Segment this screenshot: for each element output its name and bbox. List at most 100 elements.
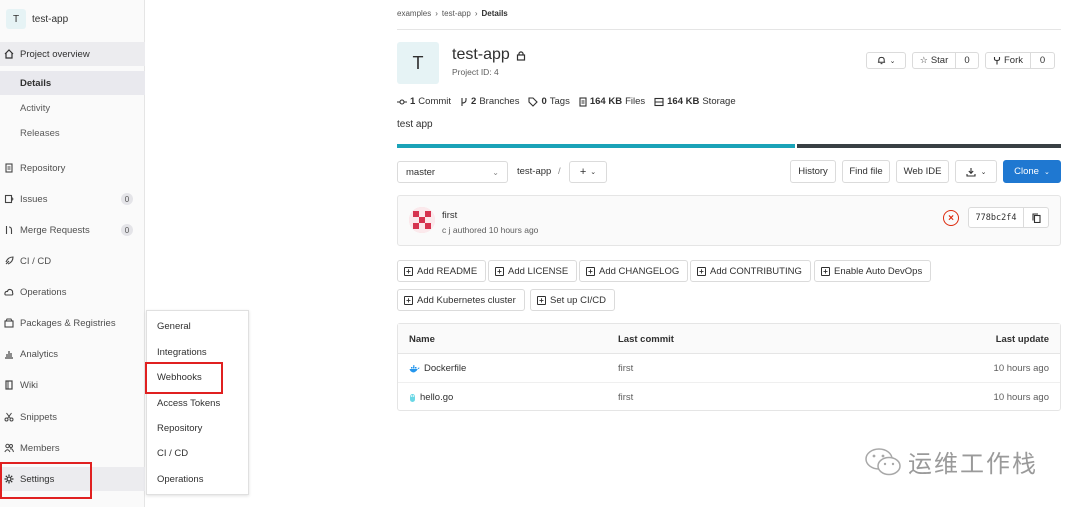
- sidebar-item-ci-cd[interactable]: CI / CD: [0, 249, 145, 273]
- sidebar-item-wiki[interactable]: Wiki: [0, 373, 145, 397]
- breadcrumb-item[interactable]: test-app: [442, 9, 471, 18]
- project-stats: 1 Commit 2 Branches 0 Tags 164 KB Files 164 …: [397, 96, 736, 107]
- chevron-down-icon: ⌄: [492, 167, 499, 177]
- star-icon: ☆: [919, 55, 928, 65]
- sidebar-subitem-details[interactable]: Details: [0, 71, 145, 95]
- clone-dropdown[interactable]: Clone ⌄: [1003, 160, 1061, 183]
- branch-select[interactable]: master ⌄: [397, 161, 508, 183]
- add-kubernetes-cluster-button[interactable]: + Add Kubernetes cluster: [397, 289, 525, 311]
- chevron-down-icon: ⌄: [889, 57, 896, 65]
- star-button[interactable]: ☆ Star: [912, 52, 956, 69]
- star-count[interactable]: 0: [955, 52, 979, 69]
- fork-button[interactable]: Fork: [985, 52, 1031, 69]
- sidebar-subitem-releases[interactable]: Releases: [0, 121, 145, 145]
- flyout-item-ci-cd[interactable]: CI / CD: [157, 448, 188, 459]
- file-name[interactable]: Dockerfile: [424, 363, 466, 374]
- repo-path-separator: /: [557, 166, 561, 177]
- notification-dropdown[interactable]: ⌄: [866, 52, 906, 69]
- flyout-item-repository[interactable]: Repository: [157, 423, 202, 434]
- stat-value: 0: [541, 96, 547, 107]
- button-label: Add LICENSE: [508, 265, 569, 277]
- chevron-down-icon: ⌄: [590, 169, 597, 176]
- book-icon: [4, 380, 14, 390]
- project-name: test-app: [452, 46, 510, 63]
- stat-branches[interactable]: 2 Branches: [460, 96, 519, 107]
- stat-files[interactable]: 164 KB Files: [579, 96, 645, 107]
- stat-tags[interactable]: 0 Tags: [528, 96, 570, 107]
- sidebar-item-label: CI / CD: [20, 255, 52, 267]
- merge-requests-count-badge: 0: [121, 224, 133, 236]
- button-label: Enable Auto DevOps: [834, 265, 923, 277]
- star-label: Star: [930, 55, 949, 66]
- breadcrumb: examples › test-app › Details: [397, 9, 508, 18]
- fork-label: Fork: [1004, 55, 1023, 66]
- stat-label: Commit: [418, 96, 452, 107]
- sidebar-subitem-activity[interactable]: Activity: [0, 96, 145, 120]
- add-readme-button[interactable]: + Add README: [397, 260, 487, 282]
- bell-icon: [877, 56, 886, 65]
- add-to-tree-dropdown[interactable]: + ⌄: [569, 161, 607, 183]
- file-icon: [579, 96, 587, 107]
- stat-commits[interactable]: 1 Commit: [397, 96, 451, 107]
- sidebar-item-members[interactable]: Members: [0, 436, 145, 460]
- add-license-button[interactable]: + Add LICENSE: [488, 260, 578, 282]
- download-icon: [966, 167, 976, 177]
- breadcrumb-item[interactable]: examples: [397, 9, 431, 18]
- copy-sha-button[interactable]: [1023, 207, 1049, 228]
- fork-icon: [993, 56, 1001, 65]
- flyout-item-integrations[interactable]: Integrations: [157, 347, 207, 358]
- download-dropdown[interactable]: ⌄: [955, 160, 997, 183]
- table-header: Name Last commit Last update: [398, 324, 1060, 354]
- file-last-commit[interactable]: first: [618, 363, 633, 374]
- sidebar-project-header[interactable]: T test-app: [0, 0, 145, 38]
- commit-sha[interactable]: 778bc2f4: [968, 207, 1024, 228]
- breadcrumb-current[interactable]: Details: [482, 9, 508, 18]
- set-up-ci-cd-button[interactable]: + Set up CI/CD: [530, 289, 615, 311]
- sidebar-item-merge-requests[interactable]: Merge Requests 0: [0, 218, 145, 242]
- repo-path: test-app /: [517, 166, 565, 177]
- cloud-icon: [4, 287, 14, 297]
- sidebar-item-packages-registries[interactable]: Packages & Registries: [0, 311, 145, 335]
- sidebar-item-project-overview[interactable]: Project overview: [0, 42, 145, 66]
- table-row[interactable]: hello.go first 10 hours ago: [398, 383, 1060, 411]
- fork-count[interactable]: 0: [1030, 52, 1055, 69]
- sidebar-item-repository[interactable]: Repository: [0, 156, 145, 180]
- wechat-icon: [864, 447, 902, 477]
- add-changelog-button[interactable]: + Add CHANGELOG: [579, 260, 689, 282]
- flyout-item-general[interactable]: General: [157, 321, 191, 332]
- repo-path-name[interactable]: test-app: [517, 166, 551, 177]
- flyout-item-operations[interactable]: Operations: [157, 474, 203, 485]
- project-description: test app: [397, 119, 433, 130]
- sidebar-item-issues[interactable]: Issues 0: [0, 187, 145, 211]
- find-file-button[interactable]: Find file: [842, 160, 890, 183]
- project-avatar-large: T: [397, 42, 439, 84]
- sidebar-item-label: Project overview: [20, 48, 90, 60]
- web-ide-button[interactable]: Web IDE: [896, 160, 949, 183]
- file-last-commit[interactable]: first: [618, 392, 633, 403]
- enable-auto-devops-button[interactable]: + Enable Auto DevOps: [814, 260, 932, 282]
- commit-message[interactable]: first: [442, 210, 457, 221]
- sidebar-item-snippets[interactable]: Snippets: [0, 405, 145, 429]
- pipeline-failed-icon[interactable]: ×: [943, 210, 959, 226]
- file-name-cell[interactable]: Dockerfile: [409, 363, 466, 374]
- sidebar-item-operations[interactable]: Operations: [0, 280, 145, 304]
- project-title: test-app: [452, 46, 526, 64]
- copy-icon: [1031, 212, 1041, 223]
- sidebar-item-analytics[interactable]: Analytics: [0, 342, 145, 366]
- sidebar-item-label: Packages & Registries: [20, 317, 116, 329]
- divider: [397, 29, 1061, 30]
- file-name-cell[interactable]: hello.go: [409, 392, 453, 403]
- button-label: Set up CI/CD: [550, 294, 606, 306]
- file-name[interactable]: hello.go: [420, 392, 453, 403]
- issues-icon: [4, 194, 14, 204]
- sidebar-item-label: Merge Requests: [20, 224, 90, 236]
- history-button[interactable]: History: [790, 160, 836, 183]
- stat-label: Storage: [702, 96, 736, 107]
- settings-flyout-menu: General Integrations Webhooks Access Tok…: [146, 310, 249, 495]
- table-row[interactable]: Dockerfile first 10 hours ago: [398, 354, 1060, 383]
- add-contributing-button[interactable]: + Add CONTRIBUTING: [690, 260, 811, 282]
- plus-square-icon: +: [404, 295, 413, 305]
- flyout-item-access-tokens[interactable]: Access Tokens: [157, 398, 220, 409]
- plus-square-icon: +: [537, 295, 546, 305]
- chevron-right-icon: ›: [435, 9, 438, 18]
